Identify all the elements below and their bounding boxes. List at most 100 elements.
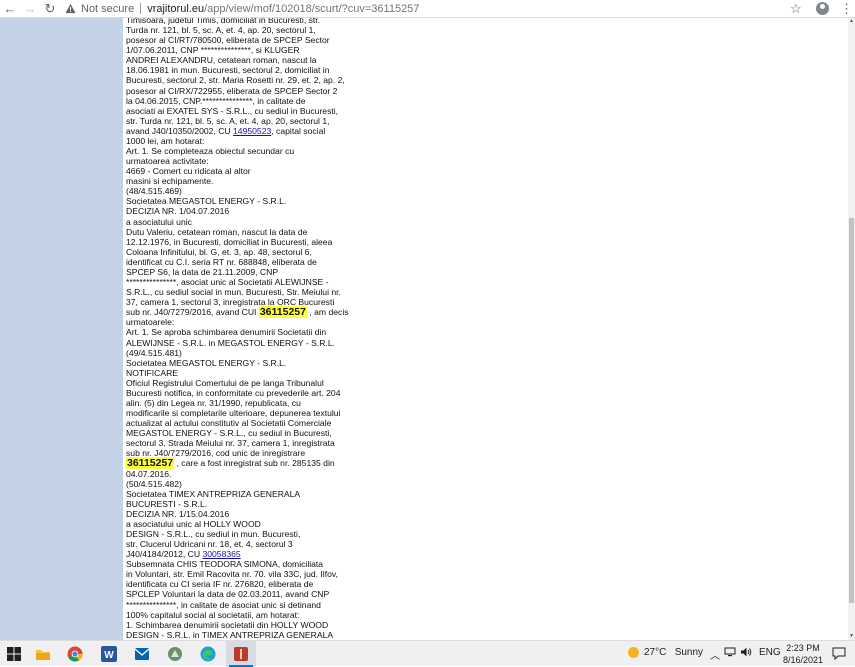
security-label: Not secure (81, 3, 134, 15)
system-clock[interactable]: 2:23 PM 8/16/2021 (778, 642, 828, 666)
search-highlight: 36115257 (259, 306, 307, 318)
url-path: /app/view/mof/102018/scurt/?cuv=36115257 (204, 3, 419, 15)
line-text: Societatea MEGASTOL ENERGY - S.R.L. (126, 358, 286, 368)
line-text: DECIZIA NR. 1/15.04.2016 (126, 509, 229, 519)
kebab-menu-icon[interactable]: ⋮ (840, 0, 853, 17)
line-text: 1000 lei, am hotarat: (126, 136, 204, 146)
edge-icon[interactable] (199, 645, 217, 663)
document-line: DESIGN - S.R.L., cu sediul in mun. Bucur… (126, 529, 606, 539)
cui-link[interactable]: 14950523 (233, 126, 271, 136)
document-line: 18.06.1981 in mun. Bucuresti, sectorul 2… (126, 65, 606, 75)
document-line: Societatea TIMEX ANTREPRIZA GENERALA (126, 489, 606, 499)
line-text: sub nr. J40/7279/2016, avand CUI (126, 307, 259, 317)
document-line: Societatea MEGASTOL ENERGY - S.R.L. (126, 196, 606, 206)
document-line: modificarile si completarile ulterioare,… (126, 408, 606, 418)
line-text: SPCEP S6, la data de 21.11.2009, CNP (126, 267, 278, 277)
line-text: avand J40/10350/2002, CU (126, 126, 233, 136)
line-text: Coloana Infinitului, bl. G, et. 3, ap. 4… (126, 247, 312, 257)
line-text: asociati ai EXATEL SYS - S.R.L., cu sedi… (126, 106, 338, 116)
document-line: Timisoara, judetul Timis, domiciliat in … (126, 18, 606, 25)
line-text: DECIZIA NR. 1/04.07.2016 (126, 206, 229, 216)
line-text: masini si echipamente. (126, 176, 213, 186)
document-line: str. Turda nr. 121, bl. 5, sc. A, et. 4,… (126, 116, 606, 126)
reload-icon[interactable]: ↻ (40, 0, 60, 17)
document-line: DECIZIA NR. 1/04.07.2016 (126, 206, 606, 216)
address-divider (140, 3, 141, 14)
document-line: Coloana Infinitului, bl. G, et. 3, ap. 4… (126, 247, 606, 257)
line-text: 100% capitalul social al societatii, am … (126, 610, 299, 620)
document-line: urmatoarea activitate: (126, 156, 606, 166)
browser-toolbar: ← → ↻ Not secure vrajitorul.eu/app/view/… (0, 0, 855, 18)
volume-icon[interactable] (740, 647, 752, 660)
windows-start-icon[interactable] (5, 645, 23, 663)
document-line: a asociatului unic al HOLLY WOOD (126, 519, 606, 529)
document-line: 04.07.2016. (126, 469, 606, 479)
document-line: posesor al CI/RX/722955, eliberata de SP… (126, 86, 606, 96)
line-text: identificat cu C.I. seria RT nr. 688848,… (126, 257, 317, 267)
line-text: SPCLEP Voluntari la data de 02.03.2011, … (126, 589, 329, 599)
document-line: Turda nr. 121, bl. 5, sc. A, et. 4, ap. … (126, 25, 606, 35)
line-text: 1. Schimbarea denumirii societatii din H… (126, 620, 328, 630)
document-line: 100% capitalul social al societatii, am … (126, 610, 606, 620)
document-line: ANDREI ALEXANDRU, cetatean roman, nascut… (126, 55, 606, 65)
document-line: 1/07.06.2011, CNP ***************, si KL… (126, 45, 606, 55)
document-line: Dutu Valeriu, cetatean roman, nascut la … (126, 227, 606, 237)
document-line: Bucuresti notifica, in conformitate cu p… (126, 388, 606, 398)
word-icon[interactable]: W (100, 645, 118, 663)
document-line: SPCLEP Voluntari la data de 02.03.2011, … (126, 589, 606, 599)
forward-arrow-icon[interactable]: → (20, 0, 40, 17)
svg-text:W: W (104, 650, 114, 661)
document-line: alin. (5) din Legea nr. 31/1990, republi… (126, 398, 606, 408)
active-app-icon[interactable] (232, 645, 250, 663)
chevron-up-icon[interactable]: ︿ (710, 647, 720, 662)
document-line: la 04.06.2015, CNP.***************, in c… (126, 96, 606, 106)
line-text: identificata cu CI seria IF nr. 276820, … (126, 579, 313, 589)
document-line: 12.12.1976, in Bucuresti, domiciliat in … (126, 237, 606, 247)
line-text: sectorul 3, Strada Meiului nr. 37, camer… (126, 438, 335, 448)
address-bar[interactable]: Not secure vrajitorul.eu/app/view/mof/10… (64, 1, 784, 16)
line-text: alin. (5) din Legea nr. 31/1990, republi… (126, 398, 301, 408)
scroll-up-icon[interactable]: ▲ (848, 18, 855, 25)
clock-date: 8/16/2021 (778, 654, 828, 666)
cui-link[interactable]: 30058365 (202, 549, 240, 559)
app-icon[interactable] (166, 645, 184, 663)
outlook-icon[interactable] (133, 645, 151, 663)
notification-icon[interactable] (832, 647, 846, 660)
line-text: DESIGN - S.R.L. in TIMEX ANTREPRIZA GENE… (126, 630, 333, 640)
document-line: sub nr. J40/7279/2016, avand CUI 3611525… (126, 307, 606, 317)
document-line: ***************, asociat unic al Societa… (126, 277, 606, 287)
line-text: Societatea TIMEX ANTREPRIZA GENERALA (126, 489, 300, 499)
document-line: S.R.L., cu sediul social in mun. Bucures… (126, 287, 606, 297)
network-icon[interactable] (724, 647, 736, 660)
line-text: Timisoara, judetul Timis, domiciliat in … (126, 18, 320, 25)
url-domain: vrajitorul.eu (147, 3, 204, 15)
line-text: ***************, asociat unic al Societa… (126, 277, 329, 287)
line-text: S.R.L., cu sediul social in mun. Bucures… (126, 287, 341, 297)
document-line: masini si echipamente. (126, 176, 606, 186)
vertical-scrollbar[interactable]: ▲ ▼ (848, 18, 855, 640)
scroll-down-icon[interactable]: ▼ (848, 633, 855, 640)
weather-widget[interactable]: 27°C Sunny (628, 647, 703, 658)
line-text: DESIGN - S.R.L., cu sediul in mun. Bucur… (126, 529, 300, 539)
line-text: posesor al CI/RT/780500, eliberata de SP… (126, 35, 330, 45)
line-text: BUCURESTI - S.R.L. (126, 499, 207, 509)
document-line: J40/4184/2012, CU 30058365 (126, 549, 606, 559)
line-text: 4669 - Comert cu ridicata al altor (126, 166, 251, 176)
warning-icon[interactable] (64, 2, 77, 15)
url-text[interactable]: vrajitorul.eu/app/view/mof/102018/scurt/… (147, 3, 419, 15)
page-viewport: Timisoara, judetul Timis, domiciliat in … (0, 18, 848, 640)
line-text: str. Turda nr. 121, bl. 5, sc. A, et. 4,… (126, 116, 330, 126)
profile-icon[interactable] (816, 2, 829, 15)
clock-time: 2:23 PM (778, 642, 828, 654)
file-explorer-icon[interactable] (34, 645, 52, 663)
chrome-icon[interactable] (66, 645, 84, 663)
line-text: NOTIFICARE (126, 368, 178, 378)
line-text: Bucuresti notifica, in conformitate cu p… (126, 388, 340, 398)
document-line: identificat cu C.I. seria RT nr. 688848,… (126, 257, 606, 267)
line-text: la 04.06.2015, CNP.***************, in c… (126, 96, 305, 106)
line-text: 1/07.06.2011, CNP ***************, si KL… (126, 45, 300, 55)
line-text: a asociatului unic al HOLLY WOOD (126, 519, 261, 529)
back-arrow-icon[interactable]: ← (0, 0, 20, 17)
scroll-thumb[interactable] (849, 218, 854, 603)
star-icon[interactable]: ☆ (790, 1, 802, 17)
